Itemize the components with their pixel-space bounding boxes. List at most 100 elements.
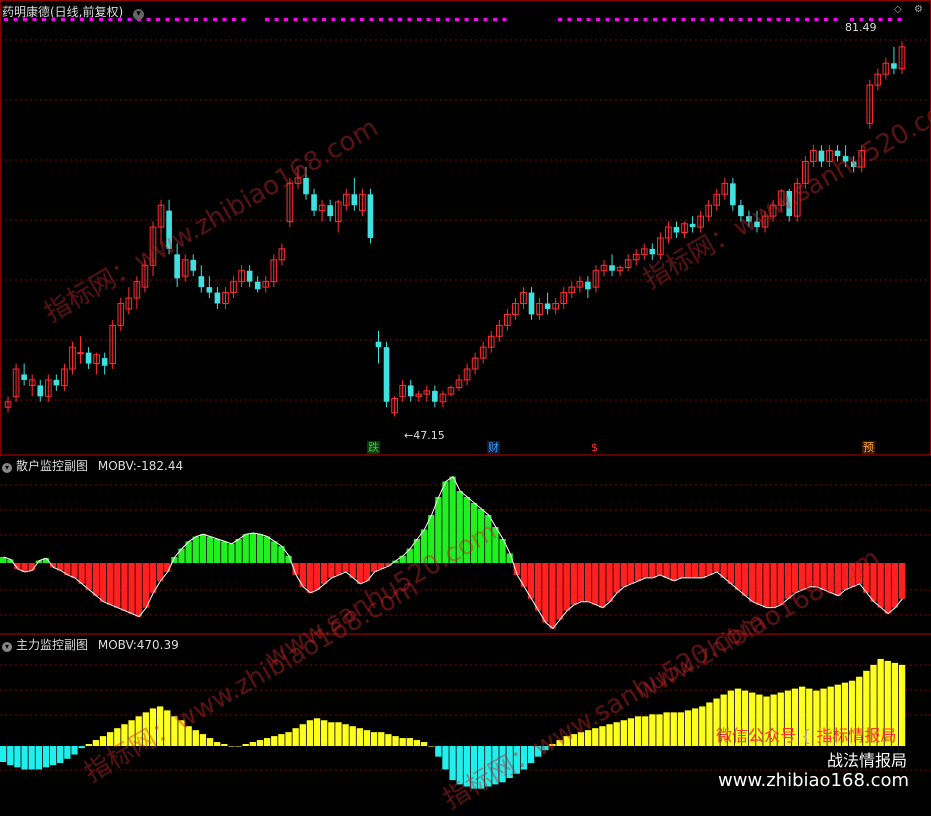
brand-wechat-label: 微信公众号 <box>716 726 797 745</box>
panel2-bar <box>121 724 128 746</box>
panel1-bar <box>228 543 235 563</box>
panel2-bar <box>107 732 114 746</box>
signal-dot <box>483 18 488 21</box>
panel1-bar <box>107 563 114 605</box>
panel2-bar <box>378 732 385 746</box>
marker-forecast[interactable]: 预 <box>862 441 875 454</box>
chevron-down-icon[interactable]: ▾ <box>133 9 145 20</box>
signal-dot <box>577 18 581 21</box>
signal-dot <box>474 18 478 21</box>
panel2-bar <box>691 708 699 746</box>
panel2-bar <box>435 746 442 757</box>
panel2-bar <box>477 746 485 789</box>
main-chart-title[interactable]: 药明康德(日线,前复权) ▾ <box>2 3 145 20</box>
signal-dot <box>824 18 828 21</box>
panel2-bar <box>399 738 406 746</box>
signal-dot <box>493 18 497 21</box>
panel1-bar <box>549 563 556 629</box>
panel2-bar <box>706 702 713 746</box>
panel2-bar <box>535 746 542 757</box>
panel1-bar <box>306 563 314 593</box>
candle-body <box>432 390 438 402</box>
panel1-bar <box>863 563 870 593</box>
panel1-bar <box>313 563 321 590</box>
panel2-bar <box>699 706 706 746</box>
signal-dot <box>672 18 676 21</box>
panel1-bar <box>321 563 328 584</box>
panel2-bar <box>428 746 435 747</box>
marker-dollar[interactable]: $ <box>590 441 599 454</box>
panel2-bar <box>235 746 242 747</box>
panel2-bar <box>627 718 635 746</box>
candle-body <box>891 63 897 69</box>
panel1-bar <box>235 539 242 563</box>
panel2-bar <box>492 746 499 785</box>
panel1-bar <box>642 563 649 578</box>
panel2-bar <box>356 728 364 746</box>
panel1-bar <box>71 563 78 578</box>
panel2-bar <box>178 720 185 746</box>
panel2-bar <box>456 746 463 785</box>
panel2-title[interactable]: ▾ 主力监控副图 MOBV:470.39 <box>2 636 179 653</box>
signal-dot <box>265 18 269 21</box>
signal-dot <box>558 18 562 21</box>
panel2-bar <box>385 734 392 746</box>
panel2-bar <box>499 746 506 783</box>
marker-finance[interactable]: 财 <box>487 441 500 454</box>
panel1-bar <box>256 534 264 563</box>
panel2-bar <box>206 738 214 746</box>
signal-dot <box>184 18 189 21</box>
signal-dot <box>417 18 421 21</box>
panel2-bar <box>342 724 349 746</box>
signal-dot <box>814 18 819 21</box>
panel2-bar <box>577 732 585 746</box>
signal-dot <box>586 18 591 21</box>
panel1-bar <box>798 563 806 590</box>
candle-body <box>730 183 736 206</box>
candle-body <box>311 194 317 211</box>
panel1-bar <box>128 563 135 614</box>
panel2-bar <box>92 740 100 746</box>
panel1-bar <box>470 503 478 563</box>
panel1-bar <box>791 563 799 593</box>
panel2-bar <box>7 746 14 766</box>
panel1-bar <box>206 536 214 563</box>
panel1-title-text: 散户监控副图 <box>16 459 89 473</box>
candle-body <box>407 385 414 397</box>
chevron-down-icon[interactable]: ▾ <box>2 463 12 473</box>
panel1-bar <box>599 563 606 608</box>
panel2-bar <box>634 716 642 746</box>
chart-canvas[interactable] <box>0 0 931 798</box>
panel1-bar <box>527 563 535 599</box>
panel1-title[interactable]: ▾ 散户监控副图 MOBV:-182.44 <box>2 457 183 474</box>
signal-dot <box>445 18 450 21</box>
panel1-bar <box>542 563 549 623</box>
panel2-bar <box>214 742 221 746</box>
panel1-bar <box>820 563 827 590</box>
panel1-bar <box>834 563 841 596</box>
panel2-bar <box>263 738 271 746</box>
candle-body <box>77 352 84 355</box>
marker-drop[interactable]: 跌 <box>367 441 380 454</box>
panel1-bar <box>570 563 578 605</box>
panel2-bar <box>542 746 549 751</box>
gear-icon[interactable]: ⚙ <box>914 4 926 16</box>
panel1-bar <box>92 563 100 596</box>
panel1-bar <box>428 515 435 563</box>
signal-dot <box>729 18 733 21</box>
signal-dot <box>795 18 800 21</box>
panel2-indicator: MOBV: <box>97 638 137 652</box>
panel1-bar <box>827 563 834 593</box>
chart-stage[interactable]: 药明康德(日线,前复权) ▾ ◇ ⚙ 81.49 ←47.15 跌 财 $ 预 … <box>0 0 931 815</box>
chevron-down-icon[interactable]: ▾ <box>2 642 12 652</box>
panel1-bar <box>784 563 792 599</box>
candle-body <box>198 276 205 288</box>
candle-body <box>673 227 680 233</box>
panel2-bar <box>171 716 178 746</box>
candle-body <box>53 379 60 386</box>
signal-dot <box>662 18 667 21</box>
diamond-icon[interactable]: ◇ <box>894 4 906 16</box>
panel2-bar <box>321 720 328 746</box>
signal-dot <box>567 18 572 21</box>
panel2-bar <box>363 730 371 746</box>
